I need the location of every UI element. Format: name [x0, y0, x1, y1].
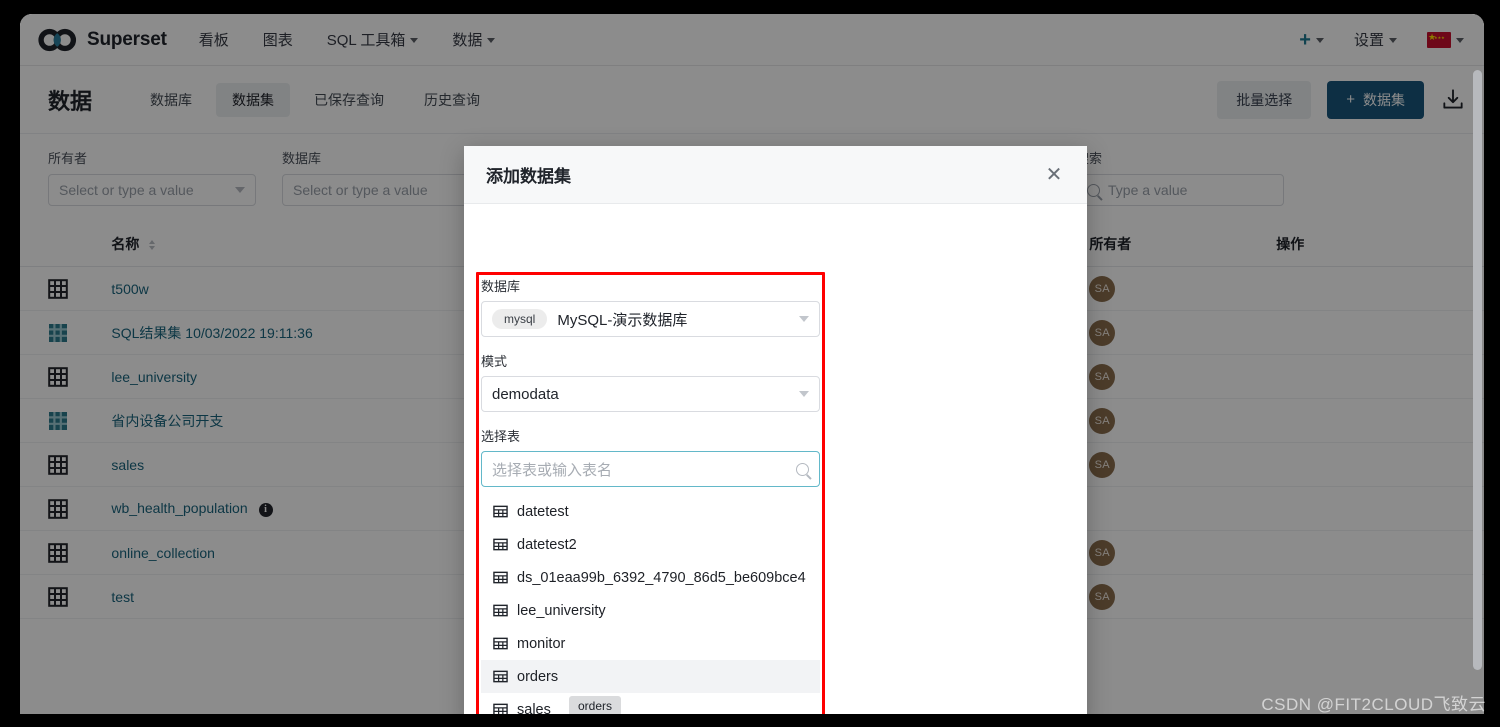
list-item[interactable]: datetest	[481, 495, 820, 528]
table-select-field: 选择表 选择表或输入表名	[481, 426, 820, 487]
list-item-label: lee_university	[517, 602, 606, 619]
list-item[interactable]: monitor	[481, 627, 820, 660]
list-item-orders[interactable]: orders	[481, 660, 820, 693]
close-icon[interactable]: ✕	[1043, 164, 1065, 186]
list-item-label: monitor	[517, 635, 566, 652]
database-select[interactable]: mysql MySQL-演示数据库	[481, 301, 820, 337]
search-icon	[796, 462, 809, 476]
table-icon	[493, 703, 508, 714]
table-icon	[493, 604, 508, 617]
list-item-label: orders	[517, 668, 559, 685]
database-engine-tag: mysql	[492, 309, 548, 329]
superset-page: Superset 看板 图表 SQL 工具箱 数据 + 设置 ★ ★★★ 数据 …	[20, 14, 1484, 714]
screenshot-root: Superset 看板 图表 SQL 工具箱 数据 + 设置 ★ ★★★ 数据 …	[0, 0, 1500, 727]
database-field: 数据库 mysql MySQL-演示数据库	[481, 276, 820, 337]
database-value: MySQL-演示数据库	[557, 311, 688, 329]
modal-body: 数据库 mysql MySQL-演示数据库 模式 demodata 选择表 选择…	[464, 204, 1087, 714]
list-item[interactable]: sales	[481, 693, 820, 714]
option-tooltip: orders	[569, 696, 622, 714]
schema-select[interactable]: demodata	[481, 376, 820, 412]
schema-value: demodata	[492, 385, 559, 403]
modal-header: 添加数据集 ✕	[464, 146, 1087, 204]
list-item-label: datetest2	[517, 536, 577, 553]
table-search-placeholder: 选择表或输入表名	[492, 461, 613, 479]
page-scrollbar-thumb[interactable]	[1473, 70, 1482, 670]
list-item[interactable]: ds_01eaa99b_6392_4790_86d5_be609bce4	[481, 561, 820, 594]
database-label: 数据库	[481, 279, 521, 294]
watermark: CSDN @FIT2CLOUD飞致云	[1261, 695, 1486, 714]
table-options-list: datetest datetest2 ds_01eaa99b_6392_4790…	[481, 495, 820, 714]
table-select-label: 选择表	[481, 429, 521, 444]
table-icon	[493, 538, 508, 551]
add-dataset-modal: 添加数据集 ✕ 数据库 mysql MySQL-演示数据库 模式 demodat…	[464, 146, 1087, 714]
list-item-label: sales	[517, 701, 551, 715]
add-dataset-form: 数据库 mysql MySQL-演示数据库 模式 demodata 选择表 选择…	[481, 276, 820, 714]
list-item-label: datetest	[517, 503, 569, 520]
modal-title: 添加数据集	[486, 167, 571, 186]
schema-field: 模式 demodata	[481, 351, 820, 412]
chevron-down-icon	[799, 316, 809, 322]
chevron-down-icon	[799, 391, 809, 397]
list-item-label: ds_01eaa99b_6392_4790_86d5_be609bce4	[517, 569, 806, 586]
list-item[interactable]: datetest2	[481, 528, 820, 561]
schema-label: 模式	[481, 354, 508, 369]
page-scrollbar[interactable]	[1473, 14, 1482, 714]
table-icon	[493, 670, 508, 683]
table-search-input[interactable]: 选择表或输入表名	[481, 451, 820, 487]
list-item[interactable]: lee_university	[481, 594, 820, 627]
table-icon	[493, 505, 508, 518]
table-icon	[493, 571, 508, 584]
table-icon	[493, 637, 508, 650]
